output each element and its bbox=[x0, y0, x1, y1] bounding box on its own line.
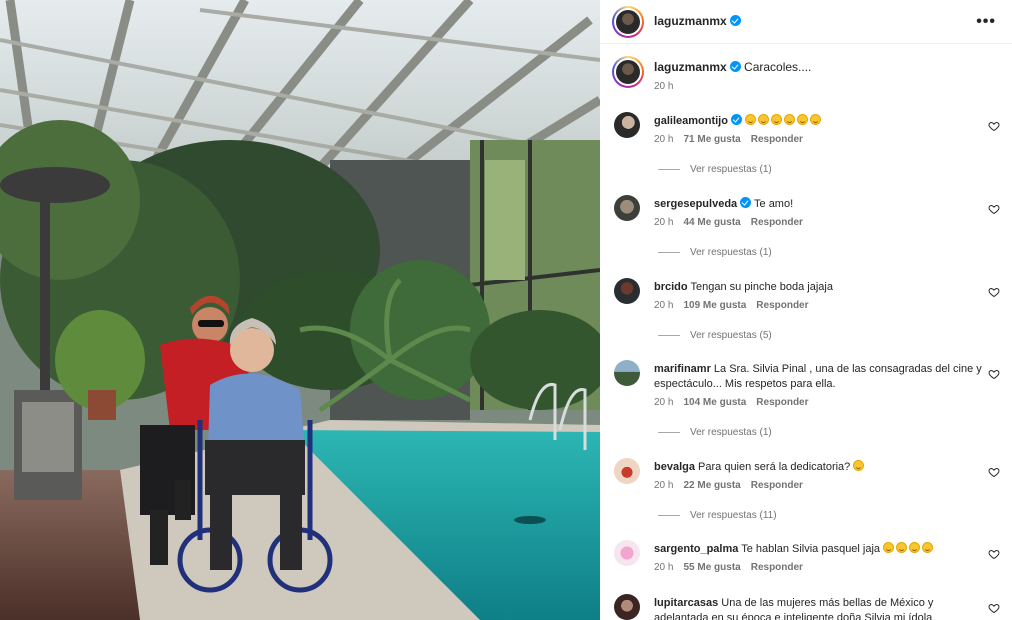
view-replies-link[interactable]: Ver respuestas (11) bbox=[658, 510, 777, 521]
comment-meta: 20 h 71 Me gusta Responder bbox=[654, 134, 813, 145]
commenter-username[interactable]: sergesepulveda bbox=[654, 198, 737, 210]
view-replies-label[interactable]: Ver respuestas (11) bbox=[690, 510, 777, 521]
comment-item: brcido Tengan su pinche boda jajaja 20 h… bbox=[600, 278, 1012, 358]
comment-body: Para quien será la dedicatoria? bbox=[698, 461, 851, 473]
comment-text: galileamontijo bbox=[654, 114, 984, 129]
like-heart-icon[interactable] bbox=[988, 286, 1000, 298]
caption-body: Caracoles.... bbox=[744, 60, 812, 74]
view-replies-link[interactable]: Ver respuestas (1) bbox=[658, 247, 772, 258]
comment-likes[interactable]: 44 Me gusta bbox=[683, 217, 740, 228]
comment-time[interactable]: 20 h bbox=[654, 217, 673, 228]
more-options-icon[interactable]: ••• bbox=[976, 13, 996, 31]
comments-panel: laguzmanmx ••• laguzmanmx Caracoles.... … bbox=[600, 0, 1012, 620]
comment-likes[interactable]: 55 Me gusta bbox=[683, 562, 740, 573]
comment-body: Tengan su pinche boda jajaja bbox=[690, 281, 833, 293]
comment-meta: 20 h 22 Me gusta Responder bbox=[654, 480, 813, 491]
post-header: laguzmanmx ••• bbox=[600, 0, 1012, 44]
verified-icon bbox=[730, 114, 742, 125]
reply-button[interactable]: Responder bbox=[751, 562, 803, 573]
commenter-avatar[interactable] bbox=[614, 360, 640, 386]
caption-username[interactable]: laguzmanmx bbox=[654, 60, 727, 74]
reply-button[interactable]: Responder bbox=[756, 300, 808, 311]
comment-item: lupitarcasas Una de las mujeres más bell… bbox=[600, 594, 1012, 620]
verified-icon bbox=[740, 197, 752, 208]
view-replies-label[interactable]: Ver respuestas (1) bbox=[690, 427, 772, 438]
comment-text: bevalga Para quien será la dedicatoria? bbox=[654, 460, 984, 475]
comment-item: galileamontijo 20 h 71 Me gusta Responder … bbox=[600, 112, 1012, 192]
comment-time[interactable]: 20 h bbox=[654, 480, 673, 491]
like-heart-icon[interactable] bbox=[988, 602, 1000, 614]
comment-text: sergesepulveda Te amo! bbox=[654, 197, 984, 212]
comment-meta: 20 h 109 Me gusta Responder bbox=[654, 300, 819, 311]
commenter-username[interactable]: galileamontijo bbox=[654, 115, 728, 127]
comment-text: lupitarcasas Una de las mujeres más bell… bbox=[654, 596, 984, 620]
comment-likes[interactable]: 22 Me gusta bbox=[683, 480, 740, 491]
caption-timestamp[interactable]: 20 h bbox=[654, 81, 673, 92]
post-caption: laguzmanmx Caracoles.... 20 h bbox=[600, 54, 1012, 94]
view-replies-label[interactable]: Ver respuestas (1) bbox=[690, 247, 772, 258]
comment-text: sargento_palma Te hablan Silvia pasquel … bbox=[654, 542, 984, 557]
commenter-avatar[interactable] bbox=[614, 112, 640, 138]
commenter-avatar[interactable] bbox=[614, 278, 640, 304]
caption-text: laguzmanmx Caracoles.... bbox=[654, 60, 811, 74]
commenter-avatar[interactable] bbox=[614, 594, 640, 620]
like-heart-icon[interactable] bbox=[988, 548, 1000, 560]
comment-text: brcido Tengan su pinche boda jajaja bbox=[654, 280, 984, 295]
commenter-avatar[interactable] bbox=[614, 540, 640, 566]
comment-text: marifinamr La Sra. Silvia Pinal , una de… bbox=[654, 362, 984, 392]
author-username-text[interactable]: laguzmanmx bbox=[654, 14, 727, 28]
view-replies-link[interactable]: Ver respuestas (1) bbox=[658, 427, 772, 438]
comment-body: Te hablan Silvia pasquel jaja bbox=[741, 543, 881, 555]
view-replies-label[interactable]: Ver respuestas (5) bbox=[690, 330, 772, 341]
post-photo[interactable] bbox=[0, 0, 600, 620]
comment-time[interactable]: 20 h bbox=[654, 300, 673, 311]
commenter-username[interactable]: bevalga bbox=[654, 461, 695, 473]
comment-item: sargento_palma Te hablan Silvia pasquel … bbox=[600, 540, 1012, 590]
comment-likes[interactable]: 109 Me gusta bbox=[683, 300, 746, 311]
emoji-group bbox=[745, 114, 823, 127]
reply-button[interactable]: Responder bbox=[751, 134, 803, 145]
comment-item: sergesepulveda Te amo! 20 h 44 Me gusta Re… bbox=[600, 195, 1012, 275]
reply-button[interactable]: Responder bbox=[751, 480, 803, 491]
commenter-avatar[interactable] bbox=[614, 458, 640, 484]
like-heart-icon[interactable] bbox=[988, 368, 1000, 380]
reply-button[interactable]: Responder bbox=[751, 217, 803, 228]
post-image bbox=[0, 0, 600, 620]
author-username[interactable]: laguzmanmx bbox=[654, 14, 741, 28]
commenter-username[interactable]: marifinamr bbox=[654, 363, 711, 375]
author-avatar[interactable] bbox=[612, 6, 644, 38]
caption-author-avatar[interactable] bbox=[612, 56, 644, 88]
reply-button[interactable]: Responder bbox=[756, 397, 808, 408]
comment-time[interactable]: 20 h bbox=[654, 397, 673, 408]
view-replies-link[interactable]: Ver respuestas (5) bbox=[658, 330, 772, 341]
comment-time[interactable]: 20 h bbox=[654, 134, 673, 145]
like-heart-icon[interactable] bbox=[988, 466, 1000, 478]
like-heart-icon[interactable] bbox=[988, 120, 1000, 132]
emoji bbox=[853, 460, 865, 471]
comment-meta: 20 h 104 Me gusta Responder bbox=[654, 397, 819, 408]
comment-body: Te amo! bbox=[754, 198, 794, 210]
commenter-avatar[interactable] bbox=[614, 195, 640, 221]
verified-icon bbox=[729, 61, 741, 72]
comment-meta: 20 h 44 Me gusta Responder bbox=[654, 217, 813, 228]
commenter-username[interactable]: sargento_palma bbox=[654, 543, 738, 555]
like-heart-icon[interactable] bbox=[988, 203, 1000, 215]
comment-likes[interactable]: 71 Me gusta bbox=[683, 134, 740, 145]
verified-icon bbox=[729, 15, 741, 26]
comment-likes[interactable]: 104 Me gusta bbox=[683, 397, 746, 408]
comment-item: marifinamr La Sra. Silvia Pinal , una de… bbox=[600, 360, 1012, 455]
commenter-username[interactable]: lupitarcasas bbox=[654, 597, 718, 609]
comment-item: bevalga Para quien será la dedicatoria? … bbox=[600, 458, 1012, 538]
view-replies-label[interactable]: Ver respuestas (1) bbox=[690, 164, 772, 175]
commenter-username[interactable]: brcido bbox=[654, 281, 688, 293]
comment-time[interactable]: 20 h bbox=[654, 562, 673, 573]
view-replies-link[interactable]: Ver respuestas (1) bbox=[658, 164, 772, 175]
emoji-group bbox=[883, 542, 935, 555]
comment-meta: 20 h 55 Me gusta Responder bbox=[654, 562, 813, 573]
